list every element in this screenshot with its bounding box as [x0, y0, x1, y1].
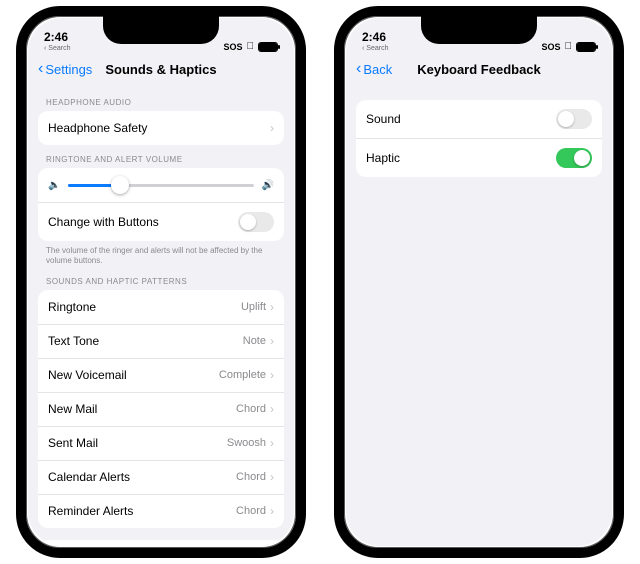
toggle-haptic[interactable]: [556, 148, 592, 168]
row-change-with-buttons[interactable]: Change with Buttons: [38, 202, 284, 241]
row-haptic[interactable]: Haptic: [356, 138, 602, 177]
status-time: 2:46: [44, 30, 68, 44]
status-time: 2:46: [362, 30, 386, 44]
breadcrumb-back[interactable]: ‹ Search: [44, 45, 70, 52]
row-keyboard-feedback[interactable]: Keyboard Feedback None ›: [38, 540, 284, 546]
group-keyboard-feedback: Sound Haptic: [356, 100, 602, 177]
chevron-right-icon: ›: [270, 300, 274, 314]
row-label: Ringtone: [48, 300, 241, 314]
row-value: Chord: [236, 471, 266, 483]
volume-footer-note: The volume of the ringer and alerts will…: [38, 241, 284, 267]
row-sound[interactable]: Sound: [356, 100, 602, 138]
row-label: Reminder Alerts: [48, 504, 236, 518]
row-headphone-safety[interactable]: Headphone Safety ›: [38, 111, 284, 145]
row-pattern[interactable]: New VoicemailComplete ›: [38, 358, 284, 392]
settings-scroll[interactable]: Sound Haptic: [346, 84, 612, 546]
row-value: Complete: [219, 369, 266, 381]
status-sos: SOS: [541, 42, 560, 52]
nav-bar: ‹ Settings Sounds & Haptics: [28, 54, 294, 84]
row-pattern[interactable]: Text ToneNote ›: [38, 324, 284, 358]
chevron-right-icon: ›: [270, 334, 274, 348]
volume-slider[interactable]: [68, 184, 253, 187]
chevron-right-icon: ›: [270, 121, 274, 135]
section-header-patterns: SOUNDS AND HAPTIC PATTERNS: [38, 267, 284, 290]
settings-scroll[interactable]: HEADPHONE AUDIO Headphone Safety › RINGT…: [28, 84, 294, 546]
row-pattern[interactable]: Reminder AlertsChord ›: [38, 494, 284, 528]
row-label: Sound: [366, 112, 556, 126]
row-value: Chord: [236, 403, 266, 415]
row-pattern[interactable]: RingtoneUplift ›: [38, 290, 284, 324]
row-value: Note: [243, 335, 266, 347]
row-pattern[interactable]: Sent MailSwoosh ›: [38, 426, 284, 460]
battery-icon: [576, 42, 596, 52]
row-value: Uplift: [241, 301, 266, 313]
wifi-icon: 􀙇: [565, 41, 573, 52]
toggle-change-with-buttons[interactable]: [238, 212, 274, 232]
row-label: New Voicemail: [48, 368, 219, 382]
row-label: Calendar Alerts: [48, 470, 236, 484]
row-value: Swoosh: [227, 437, 266, 449]
phone-left: 2:46 ‹ Search SOS 􀙇 ‹ Settings Sounds & …: [16, 6, 306, 558]
chevron-right-icon: ›: [270, 504, 274, 518]
row-label: Sent Mail: [48, 436, 227, 450]
row-volume-slider[interactable]: 🔈 🔊: [38, 168, 284, 202]
row-label: Headphone Safety: [48, 121, 270, 135]
volume-high-icon: 🔊: [262, 180, 274, 191]
battery-icon: [258, 42, 278, 52]
notch: [421, 16, 537, 44]
page-title: Sounds & Haptics: [28, 62, 294, 77]
notch: [103, 16, 219, 44]
section-header-volume: RINGTONE AND ALERT VOLUME: [38, 145, 284, 168]
section-header-headphone: HEADPHONE AUDIO: [38, 88, 284, 111]
row-pattern[interactable]: Calendar AlertsChord ›: [38, 460, 284, 494]
nav-bar: ‹ Back Keyboard Feedback: [346, 54, 612, 84]
row-label: Haptic: [366, 151, 556, 165]
slider-thumb[interactable]: [111, 176, 129, 194]
group-system: Keyboard Feedback None › Lock Sound: [38, 540, 284, 546]
row-label: New Mail: [48, 402, 236, 416]
chevron-right-icon: ›: [270, 402, 274, 416]
phone-right: 2:46 ‹ Search SOS 􀙇 ‹ Back Keyboard Feed…: [334, 6, 624, 558]
row-label: Change with Buttons: [48, 215, 238, 229]
breadcrumb-back[interactable]: ‹ Search: [362, 45, 388, 52]
chevron-right-icon: ›: [270, 368, 274, 382]
status-sos: SOS: [223, 42, 242, 52]
group-patterns: RingtoneUplift›Text ToneNote›New Voicema…: [38, 290, 284, 528]
row-label: Text Tone: [48, 334, 243, 348]
wifi-icon: 􀙇: [247, 41, 255, 52]
group-headphone: Headphone Safety ›: [38, 111, 284, 145]
chevron-right-icon: ›: [270, 436, 274, 450]
row-value: Chord: [236, 505, 266, 517]
page-title: Keyboard Feedback: [346, 62, 612, 77]
group-volume: 🔈 🔊 Change with Buttons: [38, 168, 284, 241]
volume-low-icon: 🔈: [48, 180, 60, 191]
row-pattern[interactable]: New MailChord ›: [38, 392, 284, 426]
toggle-sound[interactable]: [556, 109, 592, 129]
chevron-right-icon: ›: [270, 470, 274, 484]
